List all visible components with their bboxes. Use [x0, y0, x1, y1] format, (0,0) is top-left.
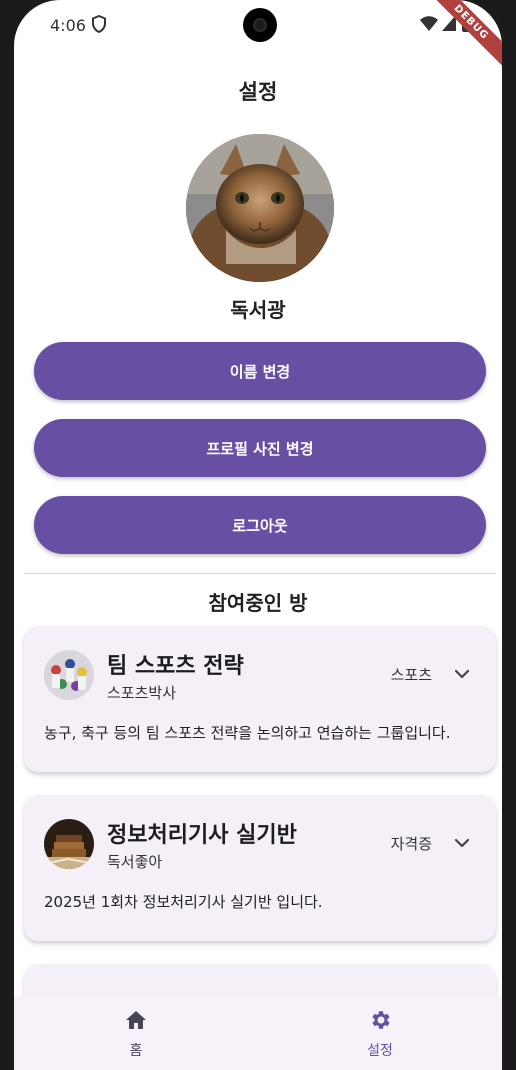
shield-icon — [92, 15, 106, 33]
profile-avatar — [186, 134, 334, 282]
rooms-section-title: 참여중인 방 — [208, 591, 308, 615]
debug-banner: DEBUG — [419, 0, 502, 75]
front-camera — [243, 8, 277, 42]
change-photo-button[interactable]: 프로필 사진 변경 — [34, 419, 486, 477]
nav-item-settings[interactable]: 설정 — [258, 996, 502, 1070]
room-category: 자격증 — [390, 835, 432, 853]
gear-icon — [372, 1011, 390, 1029]
bottom-navigation: 홈 설정 — [14, 996, 502, 1070]
logout-button[interactable]: 로그아웃 — [34, 496, 486, 554]
profile-username: 독서광 — [230, 298, 286, 322]
wifi-icon — [420, 16, 438, 31]
change-name-button[interactable]: 이름 변경 — [34, 342, 486, 400]
room-thumbnail — [44, 650, 94, 700]
page-title: 설정 — [238, 80, 278, 104]
room-title: 팀 스포츠 전략 — [107, 654, 244, 679]
nav-label-home: 홈 — [129, 1043, 143, 1059]
phone-screen: 4:06 DEBUG 설정 독서광 이름 변경 프로필 사진 변경 로그아웃 참… — [14, 0, 502, 1070]
room-thumbnail — [44, 819, 94, 869]
room-card[interactable]: 팀 스포츠 전략 스포츠박사 스포츠 농구, 축구 등의 팀 스포츠 전략을 논… — [24, 626, 496, 772]
chevron-down-icon[interactable] — [454, 837, 470, 849]
room-owner: 스포츠박사 — [107, 684, 177, 702]
room-description: 2025년 1회차 정보처리기사 실기반 입니다. — [44, 893, 323, 911]
divider — [24, 573, 496, 574]
room-card[interactable]: 정보처리기사 실기반 독서좋아 자격증 2025년 1회차 정보처리기사 실기반… — [24, 795, 496, 941]
chevron-down-icon[interactable] — [454, 668, 470, 680]
home-icon — [126, 1011, 146, 1029]
nav-label-settings: 설정 — [367, 1043, 393, 1059]
room-owner: 독서좋아 — [107, 853, 163, 871]
books-image-icon — [44, 819, 94, 869]
sports-image-icon — [44, 650, 94, 700]
room-title: 정보처리기사 실기반 — [107, 823, 297, 848]
nav-item-home[interactable]: 홈 — [14, 996, 258, 1070]
room-description: 농구, 축구 등의 팀 스포츠 전략을 논의하고 연습하는 그룹입니다. — [44, 724, 451, 742]
status-time: 4:06 — [50, 16, 86, 35]
room-category: 스포츠 — [390, 666, 432, 684]
cat-photo-icon — [186, 134, 334, 282]
